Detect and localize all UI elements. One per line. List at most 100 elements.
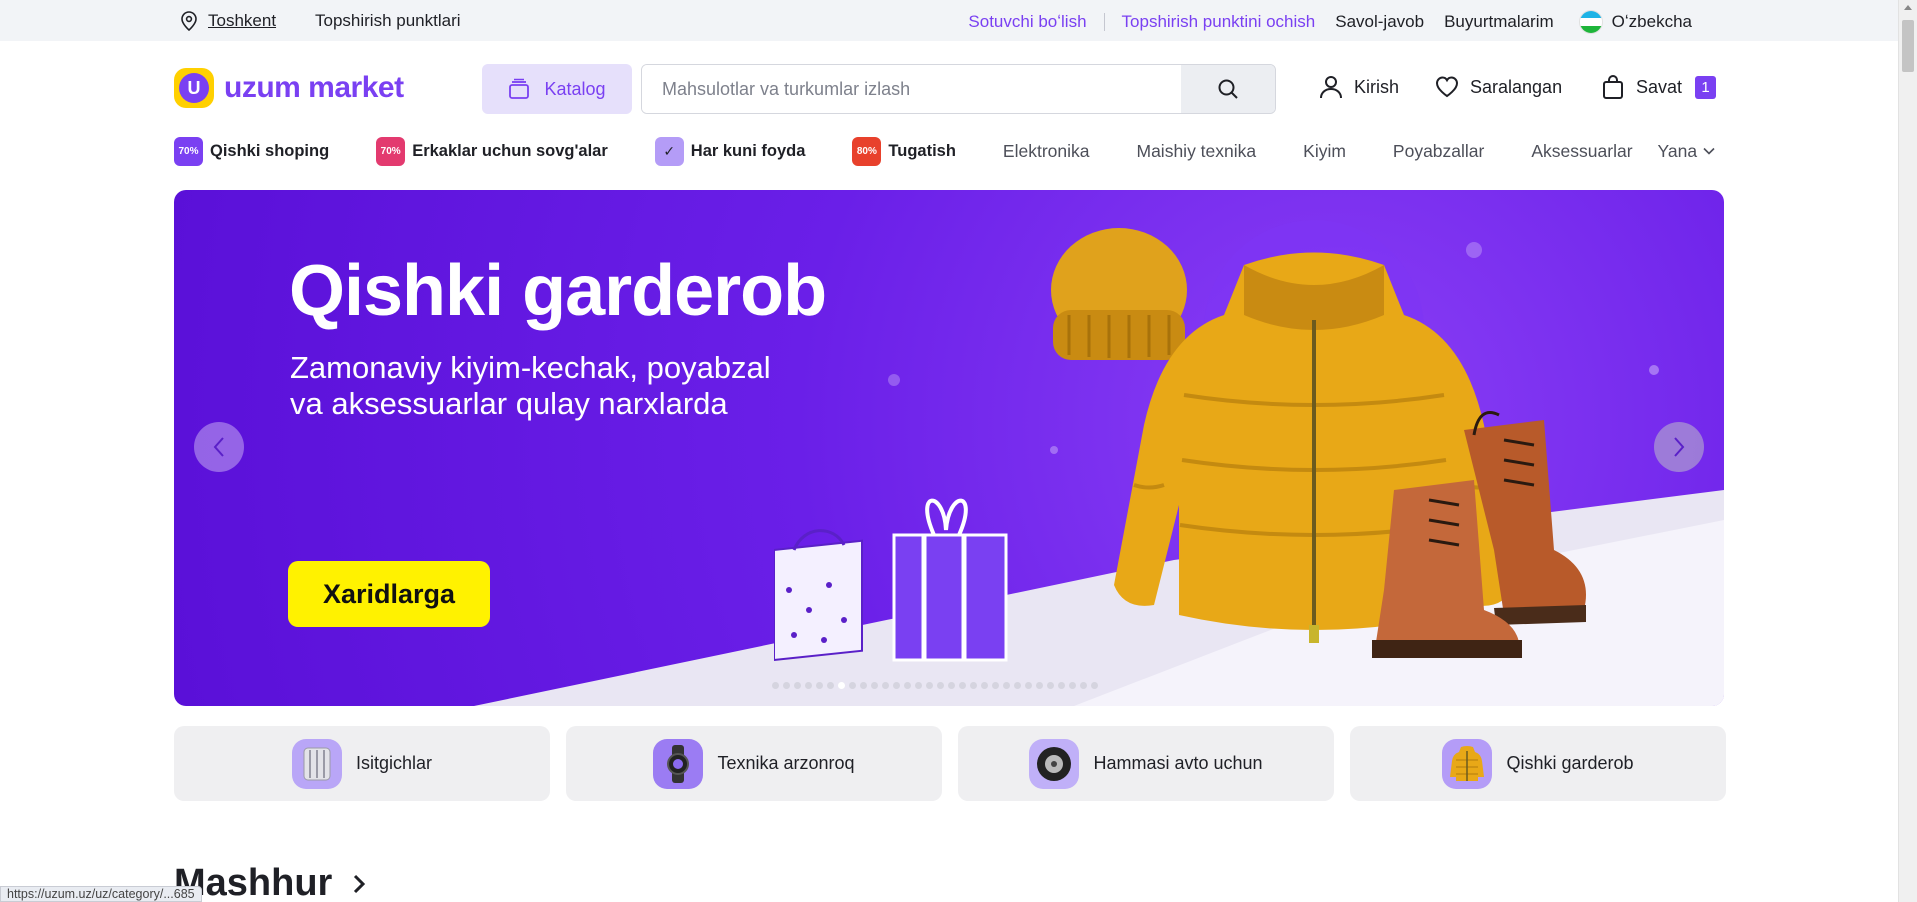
carousel-dot[interactable] <box>1014 682 1021 689</box>
scroll-up-arrow-icon[interactable] <box>1904 5 1912 10</box>
pickup-points-link[interactable]: Topshirish punktlari <box>315 11 461 31</box>
carousel-dot[interactable] <box>849 682 856 689</box>
heart-icon <box>1435 76 1459 98</box>
banner-next-button[interactable] <box>1654 422 1704 472</box>
carousel-dot[interactable] <box>1091 682 1098 689</box>
scrollbar-thumb[interactable] <box>1902 20 1914 72</box>
user-icon <box>1320 76 1342 99</box>
more-categories-button[interactable]: Yana <box>1658 141 1716 162</box>
nav-item-winter-shopping[interactable]: 70% Qishki shoping <box>174 136 329 166</box>
cart-button[interactable]: Savat 1 <box>1600 74 1717 100</box>
banner-prev-button[interactable] <box>194 422 244 472</box>
carousel-dot[interactable] <box>816 682 823 689</box>
carousel-dot[interactable] <box>860 682 867 689</box>
chip-label: Qishki garderob <box>1506 753 1634 773</box>
gift-boxes-illustration <box>774 498 1008 662</box>
page-scrollbar[interactable] <box>1898 0 1917 902</box>
chevron-right-icon <box>354 874 366 893</box>
hero-banner[interactable]: Qishki garderob Zamonaviy kiyim-kechak, … <box>174 190 1724 706</box>
carousel-dot[interactable] <box>959 682 966 689</box>
checkmark-promo-icon: ✓ <box>654 136 684 166</box>
faq-link[interactable]: Savol-javob <box>1335 12 1424 32</box>
tire-icon <box>1029 738 1080 789</box>
uzum-logo-icon: U <box>174 68 214 108</box>
search-button[interactable] <box>1181 65 1275 113</box>
banner-subtitle: Zamonaviy kiyim-kechak, poyabzal va akse… <box>290 350 910 422</box>
carousel-dot[interactable] <box>893 682 900 689</box>
logo-text: uzum market <box>224 71 404 104</box>
nav-item-daily-benefit[interactable]: ✓ Har kuni foyda <box>654 136 805 166</box>
catalog-icon <box>509 78 530 99</box>
carousel-dot[interactable] <box>937 682 944 689</box>
carousel-dot[interactable] <box>794 682 801 689</box>
carousel-dot[interactable] <box>827 682 834 689</box>
chip-heaters[interactable]: Isitgichlar <box>174 726 550 801</box>
city-name[interactable]: Toshkent <box>208 11 276 31</box>
my-orders-link[interactable]: Buyurtmalarim <box>1444 12 1554 32</box>
smartwatch-icon <box>653 738 704 789</box>
nav-item-clothing[interactable]: Kiyim <box>1303 141 1346 162</box>
carousel-dot[interactable] <box>1025 682 1032 689</box>
banner-title: Qishki garderob <box>289 251 827 331</box>
cart-count-badge: 1 <box>1695 75 1717 99</box>
carousel-dot[interactable] <box>948 682 955 689</box>
carousel-dot[interactable] <box>1080 682 1087 689</box>
nav-item-shoes[interactable]: Poyabzallar <box>1393 141 1484 162</box>
logo[interactable]: U uzum market <box>174 68 404 108</box>
carousel-dot[interactable] <box>838 682 845 689</box>
carousel-dot[interactable] <box>1036 682 1043 689</box>
city-selector[interactable]: Toshkent <box>180 11 276 31</box>
carousel-dot[interactable] <box>783 682 790 689</box>
carousel-dot[interactable] <box>882 682 889 689</box>
cart-label: Savat <box>1636 76 1683 97</box>
language-selector[interactable]: Oʻzbekcha <box>1612 12 1692 32</box>
carousel-dot[interactable] <box>904 682 911 689</box>
carousel-dot[interactable] <box>805 682 812 689</box>
search-bar <box>641 64 1276 114</box>
nav-item-label: Erkaklar uchun sovg'alar <box>412 141 608 160</box>
carousel-dot[interactable] <box>992 682 999 689</box>
more-label: Yana <box>1657 140 1698 161</box>
carousel-dot[interactable] <box>915 682 922 689</box>
shop-now-button[interactable]: Xaridlarga <box>288 561 490 627</box>
carousel-dot[interactable] <box>1069 682 1076 689</box>
popular-section-header[interactable]: Mashhur <box>174 862 366 902</box>
nav-item-clearance[interactable]: 80% Tugatish <box>852 136 956 166</box>
chip-label: Hammasi avto uchun <box>1093 753 1263 773</box>
top-bar: Toshkent Topshirish punktlari Sotuvchi b… <box>0 0 1898 41</box>
carousel-dot[interactable] <box>1058 682 1065 689</box>
catalog-button[interactable]: Katalog <box>482 64 632 114</box>
quick-category-chips: Isitgichlar Texnika arzonroq Hammasi avt… <box>174 726 1726 801</box>
carousel-dot[interactable] <box>970 682 977 689</box>
uzbekistan-flag-icon <box>1578 10 1603 34</box>
carousel-dot[interactable] <box>871 682 878 689</box>
carousel-indicators <box>772 682 1098 689</box>
carousel-dot[interactable] <box>926 682 933 689</box>
chip-winter-wardrobe[interactable]: Qishki garderob <box>1350 726 1726 801</box>
carousel-dot[interactable] <box>772 682 779 689</box>
favorites-button[interactable]: Saralangan <box>1434 74 1562 100</box>
nav-item-mens-gifts[interactable]: 70% Erkaklar uchun sovg'alar <box>376 136 608 166</box>
catalog-label: Katalog <box>544 78 606 99</box>
chip-all-for-auto[interactable]: Hammasi avto uchun <box>958 726 1334 801</box>
browser-status-url: https://uzum.uz/uz/category/...685 <box>0 886 202 902</box>
nav-item-appliances[interactable]: Maishiy texnika <box>1137 141 1257 162</box>
gift-promo-icon: 70% <box>376 136 406 166</box>
nav-item-electronics[interactable]: Elektronika <box>1003 141 1090 162</box>
category-nav: 70% Qishki shoping 70% Erkaklar uchun so… <box>174 136 1715 166</box>
promo-70-icon: 70% <box>174 136 203 166</box>
login-button[interactable]: Kirish <box>1318 74 1399 100</box>
chip-label: Texnika arzonroq <box>717 753 855 773</box>
nav-item-accessories[interactable]: Aksessuarlar <box>1531 141 1632 162</box>
open-pickup-point-link[interactable]: Topshirish punktini ochish <box>1122 12 1316 32</box>
jacket-icon <box>1442 738 1493 789</box>
favorites-label: Saralangan <box>1470 76 1563 97</box>
carousel-dot[interactable] <box>981 682 988 689</box>
carousel-dot[interactable] <box>1047 682 1054 689</box>
chip-tech-cheaper[interactable]: Texnika arzonroq <box>566 726 942 801</box>
search-icon <box>1218 79 1238 99</box>
carousel-dot[interactable] <box>1003 682 1010 689</box>
search-input[interactable] <box>642 65 1181 113</box>
winter-boots-illustration <box>1372 411 1586 658</box>
become-seller-link[interactable]: Sotuvchi boʻlish <box>968 12 1086 32</box>
